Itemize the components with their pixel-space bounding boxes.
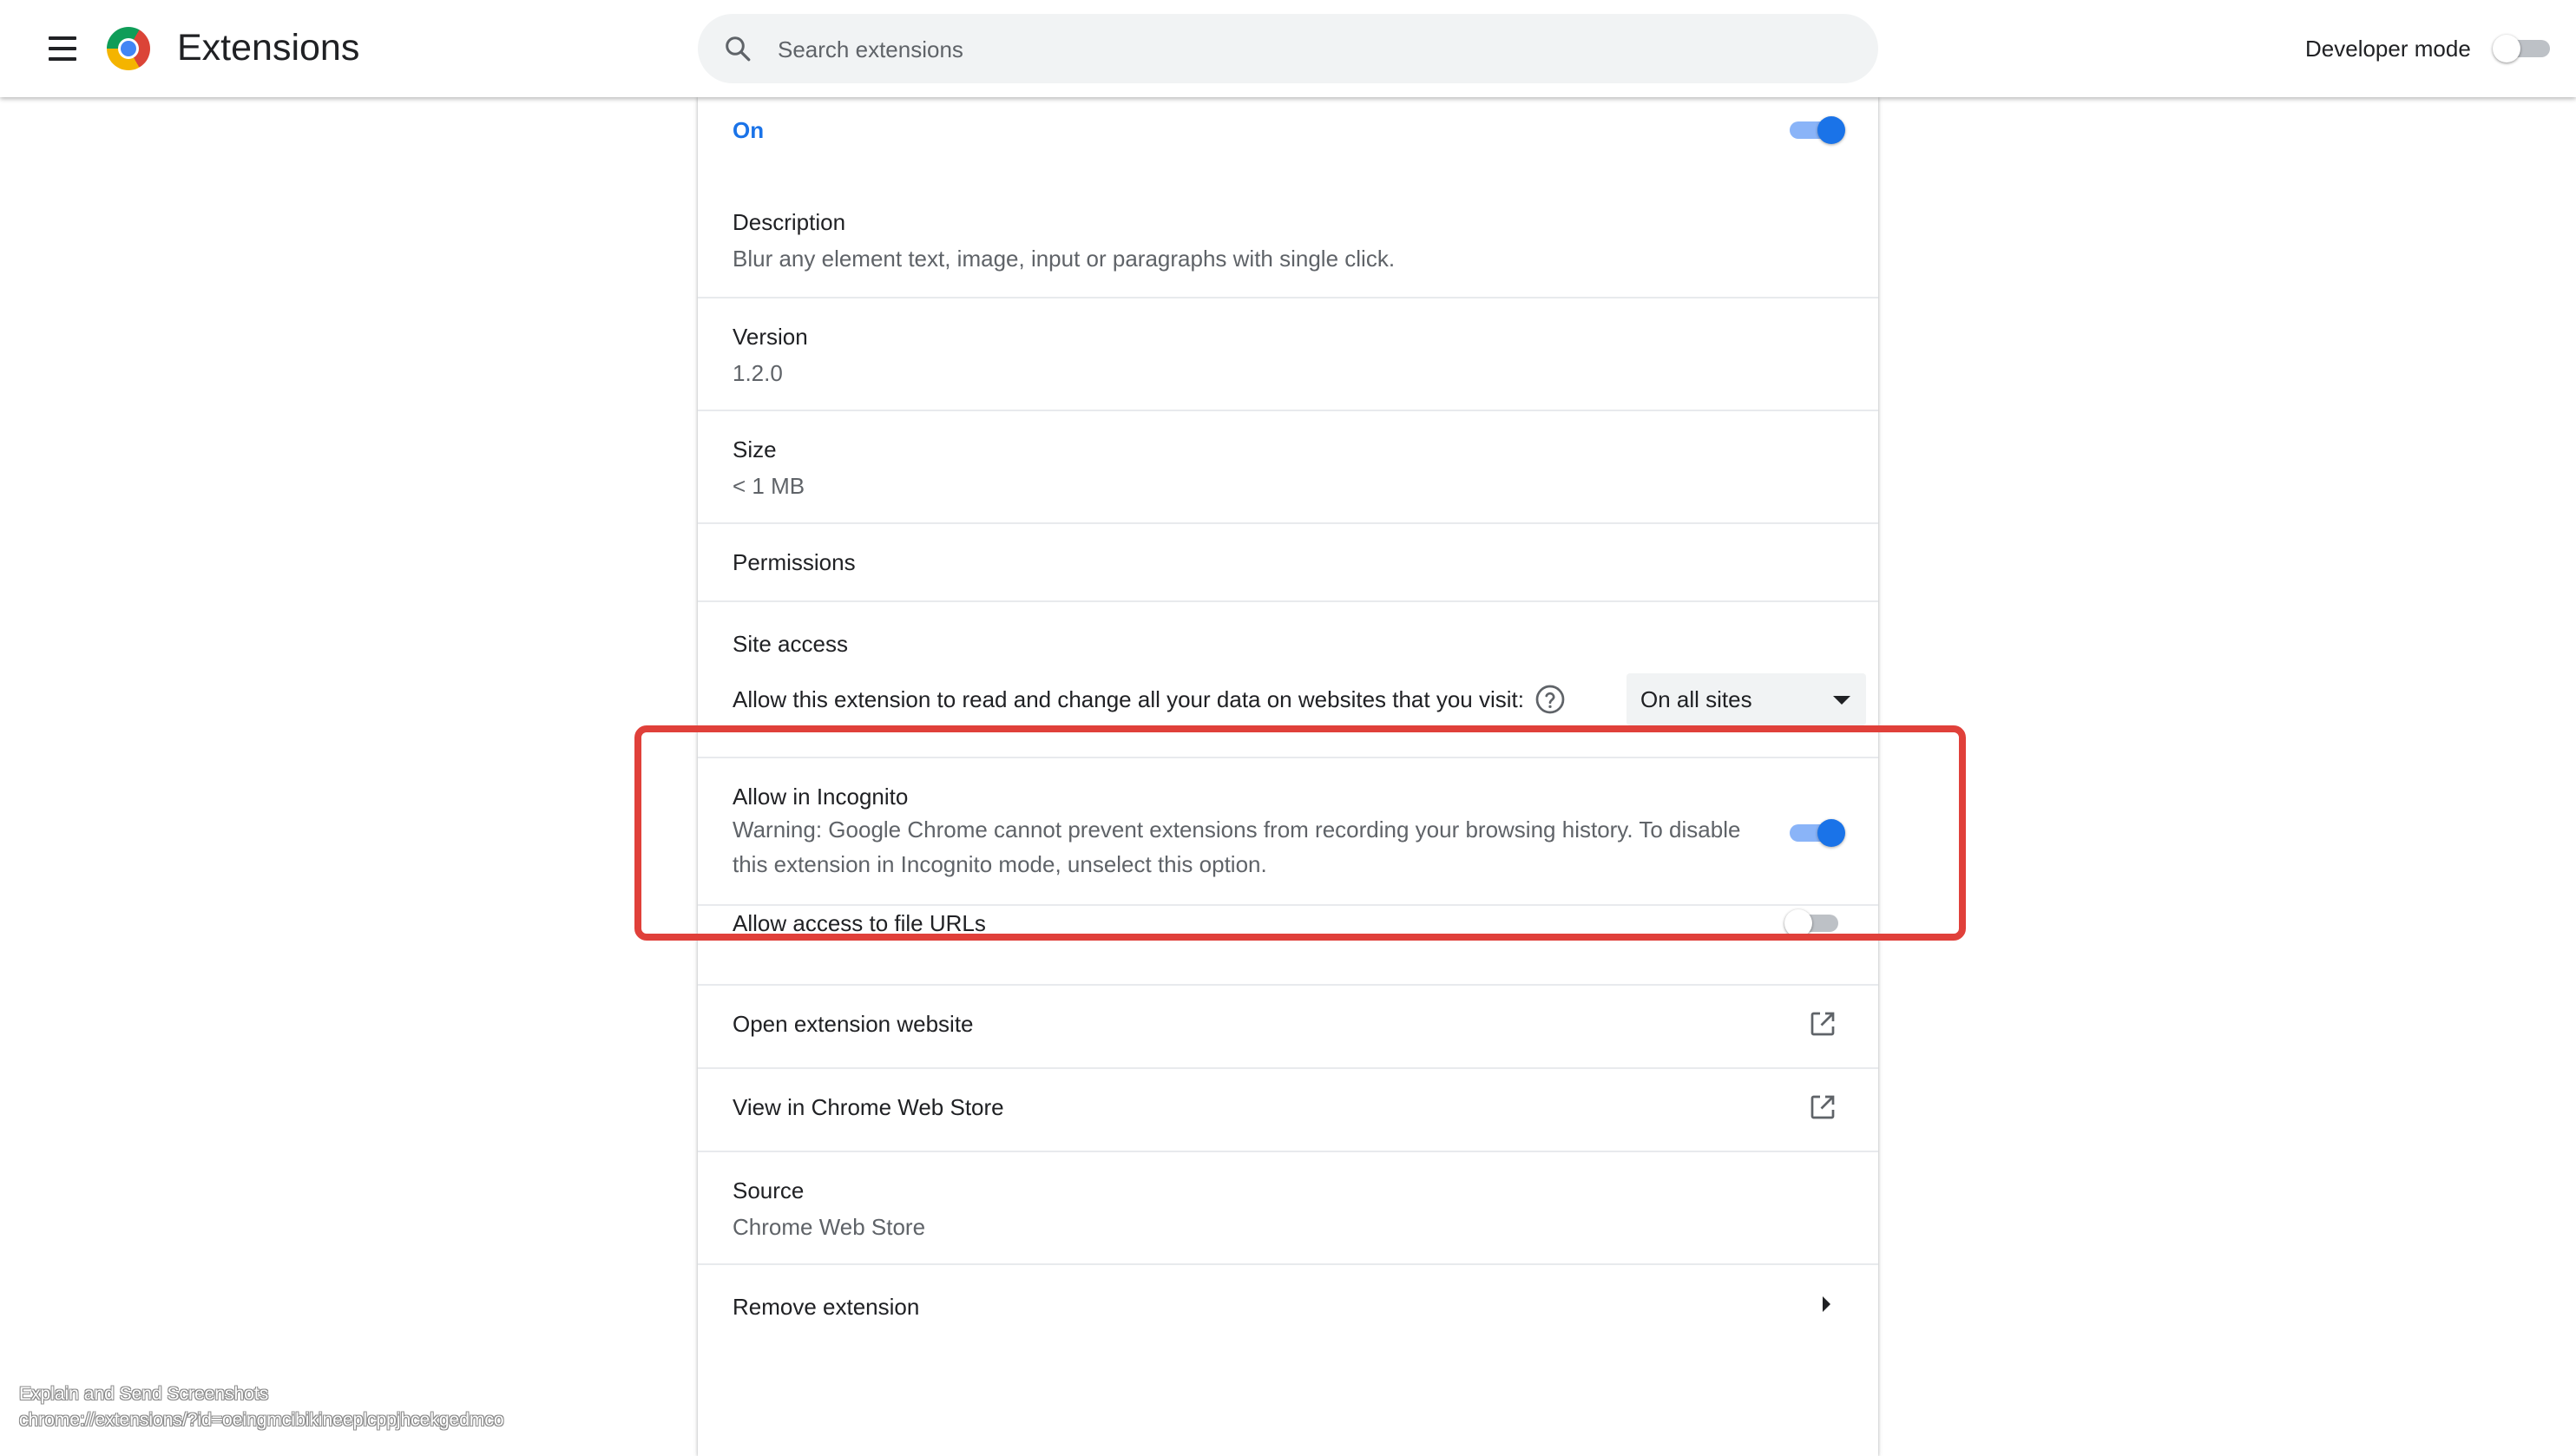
- permissions-title: Permissions: [733, 549, 856, 575]
- description-title: Description: [733, 209, 846, 235]
- open-in-new-icon[interactable]: [1807, 1092, 1838, 1123]
- file-urls-title: Allow access to file URLs: [733, 910, 986, 936]
- site-access-select[interactable]: On all sites: [1626, 673, 1866, 725]
- incognito-warning: Warning: Google Chrome cannot prevent ex…: [733, 817, 1741, 877]
- extension-enabled-toggle[interactable]: [1788, 115, 1847, 146]
- file-urls-section: Allow access to file URLs: [698, 904, 1878, 984]
- status-overlay: Explain and Send Screenshots chrome://ex…: [19, 1381, 504, 1433]
- size-section: Size < 1 MB: [698, 410, 1878, 522]
- view-in-web-store-row[interactable]: View in Chrome Web Store: [698, 1067, 1878, 1151]
- developer-mode-toggle[interactable]: [2493, 35, 2552, 62]
- incognito-section: Allow in Incognito Warning: Google Chrom…: [698, 757, 1878, 904]
- extensions-toolbar: Extensions Developer mode: [0, 0, 2576, 97]
- source-title: Source: [733, 1177, 805, 1203]
- remove-extension-row[interactable]: Remove extension: [698, 1263, 1878, 1347]
- site-access-selected-value: On all sites: [1640, 686, 1752, 712]
- description-section: Description Blur any element text, image…: [698, 180, 1878, 297]
- version-title: Version: [733, 324, 808, 350]
- size-value: < 1 MB: [733, 473, 805, 499]
- site-access-title: Site access: [733, 631, 848, 657]
- chevron-right-icon: [1823, 1296, 1830, 1312]
- description-text: Blur any element text, image, input or p…: [733, 246, 1396, 272]
- open-in-new-icon[interactable]: [1807, 1008, 1838, 1040]
- permissions-section: Permissions: [698, 522, 1878, 600]
- view-in-web-store-label: View in Chrome Web Store: [733, 1094, 1004, 1120]
- open-extension-website-label: Open extension website: [733, 1011, 974, 1037]
- chevron-down-icon: [1833, 696, 1850, 705]
- page-title: Extensions: [177, 27, 360, 69]
- site-access-description: Allow this extension to read and change …: [733, 686, 1524, 712]
- open-extension-website-row[interactable]: Open extension website: [698, 984, 1878, 1067]
- source-value: Chrome Web Store: [733, 1214, 926, 1240]
- enabled-state-label: On: [733, 117, 765, 143]
- source-section: Source Chrome Web Store: [698, 1151, 1878, 1263]
- incognito-toggle[interactable]: [1788, 817, 1847, 849]
- search-bar[interactable]: [698, 14, 1878, 83]
- status-url: chrome://extensions/?id=oeingmcibikineep…: [19, 1410, 504, 1430]
- remove-extension-label: Remove extension: [733, 1294, 920, 1320]
- search-input[interactable]: [776, 30, 1856, 69]
- menu-icon[interactable]: [45, 31, 80, 66]
- incognito-title: Allow in Incognito: [733, 784, 909, 810]
- size-title: Size: [733, 436, 777, 462]
- enabled-row: On: [698, 97, 1878, 180]
- chrome-logo: [107, 27, 150, 70]
- developer-mode-label: Developer mode: [2305, 36, 2471, 62]
- version-value: 1.2.0: [733, 360, 783, 386]
- status-title: Explain and Send Screenshots: [19, 1384, 269, 1404]
- file-urls-toggle[interactable]: [1784, 908, 1843, 939]
- search-icon: [726, 36, 751, 62]
- extension-details-card: On Description Blur any element text, im…: [698, 97, 1878, 1456]
- help-icon[interactable]: [1534, 684, 1566, 715]
- site-access-section: Site access Allow this extension to read…: [698, 600, 1878, 757]
- version-section: Version 1.2.0: [698, 297, 1878, 410]
